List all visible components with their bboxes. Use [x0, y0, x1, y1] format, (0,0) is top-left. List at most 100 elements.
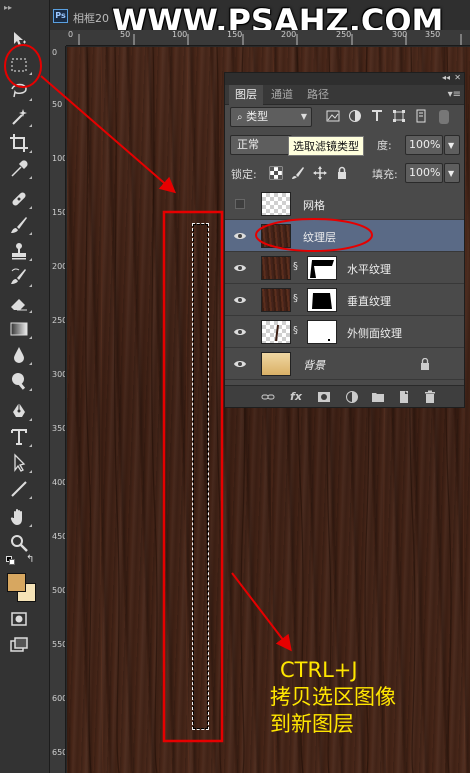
chevron-down-icon: ▼	[448, 169, 455, 178]
filter-kind-select[interactable]: ⌕ 类型 ▼	[230, 107, 312, 127]
history-brush-tool-icon[interactable]	[8, 266, 32, 288]
layer-name: 垂直纹理	[347, 295, 391, 308]
blend-mode-select[interactable]: 正常	[230, 135, 292, 155]
layer-name: 外侧面纹理	[347, 327, 402, 340]
eye-icon[interactable]	[233, 261, 247, 275]
pixel-filter-icon[interactable]	[326, 109, 340, 123]
panel-tabs: 图层 通道 路径 ▾≡	[225, 85, 464, 105]
type-filter-icon[interactable]	[370, 109, 384, 123]
hand-tool-icon[interactable]	[8, 506, 32, 528]
type-tool-icon[interactable]	[8, 426, 32, 448]
fill-dropdown[interactable]: ▼	[444, 163, 460, 183]
layer-mask-thumbnail[interactable]	[307, 256, 337, 280]
layer-mask-thumbnail[interactable]	[307, 288, 337, 312]
layer-name: 背景	[303, 359, 325, 372]
shape-filter-icon[interactable]	[392, 109, 406, 123]
filter-toggle[interactable]	[439, 110, 449, 124]
document-tab[interactable]: 相框20	[73, 10, 109, 26]
layer-mask-thumbnail[interactable]	[307, 320, 337, 344]
mask-link-icon[interactable]: §	[293, 293, 301, 307]
layer-row[interactable]: § 水平纹理	[225, 252, 464, 284]
layer-thumbnail	[261, 256, 291, 280]
ruler-label: 250	[336, 30, 352, 39]
swap-colors-icon[interactable]: ↰	[26, 554, 34, 565]
ruler-label: 500	[52, 586, 66, 595]
collapse-icon[interactable]: ◂◂	[442, 73, 450, 82]
crop-tool-icon[interactable]	[8, 132, 32, 154]
eye-icon[interactable]	[233, 229, 247, 243]
rectangular-marquee-tool-icon[interactable]	[8, 54, 32, 76]
gradient-tool-icon[interactable]	[8, 318, 32, 340]
eye-icon[interactable]	[233, 293, 247, 307]
mask-link-icon[interactable]: §	[293, 325, 301, 339]
photoshop-logo-icon: Ps	[53, 9, 68, 23]
fill-input[interactable]: 100%	[405, 163, 443, 183]
layer-list: 网格 纹理层 § 水平纹理 § 垂直纹理 § 外侧面纹理 背景	[225, 188, 464, 384]
layer-row[interactable]: § 外侧面纹理	[225, 316, 464, 348]
layer-thumbnail	[261, 192, 291, 216]
eye-icon[interactable]	[233, 357, 247, 371]
layer-thumbnail	[261, 352, 291, 376]
tools-panel: ▸▸ ↰	[0, 0, 50, 773]
tab-paths[interactable]: 路径	[301, 85, 335, 105]
panel-title-bar: ◂◂ ✕	[225, 73, 464, 85]
ruler-label: 200	[52, 262, 66, 271]
tab-layers[interactable]: 图层	[229, 85, 263, 105]
ruler-label: 50	[52, 100, 63, 109]
lock-all-icon[interactable]	[335, 166, 349, 180]
foreground-color-swatch[interactable]	[7, 573, 26, 592]
brush-tool-icon[interactable]	[8, 214, 32, 236]
default-colors-icon[interactable]	[6, 556, 16, 566]
lock-transparent-icon[interactable]	[269, 166, 283, 180]
panel-menu-icon[interactable]: ▾≡	[448, 89, 461, 100]
add-mask-icon[interactable]	[317, 390, 331, 404]
screen-mode-icon[interactable]	[8, 634, 30, 656]
chevron-down-icon: ▼	[448, 141, 455, 150]
layer-row[interactable]: 纹理层	[225, 220, 464, 252]
ruler-left: 0 50 100 150 200 250 300 350 400 450 500…	[50, 46, 66, 773]
close-icon[interactable]: ✕	[454, 73, 461, 82]
ruler-label: 0	[52, 48, 58, 57]
clone-stamp-tool-icon[interactable]	[8, 240, 32, 262]
dodge-tool-icon[interactable]	[8, 370, 32, 392]
layer-thumbnail	[261, 224, 291, 248]
blur-tool-icon[interactable]	[8, 344, 32, 366]
layer-name: 水平纹理	[347, 263, 391, 276]
tab-channels[interactable]: 通道	[265, 85, 299, 105]
path-selection-tool-icon[interactable]	[8, 452, 32, 474]
layer-row[interactable]: 网格	[225, 188, 464, 220]
fill-value: 100%	[409, 166, 441, 179]
smart-object-filter-icon[interactable]	[414, 109, 428, 123]
new-layer-icon[interactable]	[397, 390, 411, 404]
opacity-label: 度:	[377, 139, 392, 152]
zoom-tool-icon[interactable]	[8, 532, 30, 554]
layer-name: 网格	[303, 199, 325, 212]
mask-link-icon[interactable]: §	[293, 261, 301, 275]
link-layers-icon[interactable]	[261, 390, 275, 404]
svg-text:▸▸: ▸▸	[4, 3, 12, 12]
eraser-tool-icon[interactable]	[8, 292, 32, 314]
lock-pixels-icon[interactable]	[291, 166, 305, 180]
move-tool-icon[interactable]	[8, 28, 30, 50]
magic-wand-tool-icon[interactable]	[8, 106, 32, 128]
layer-row[interactable]: § 垂直纹理	[225, 284, 464, 316]
eyedropper-tool-icon[interactable]	[8, 158, 32, 180]
quick-mask-icon[interactable]	[8, 608, 30, 630]
group-folder-icon[interactable]	[371, 390, 385, 404]
eye-icon[interactable]	[233, 325, 247, 339]
lock-position-icon[interactable]	[313, 166, 327, 180]
opacity-input[interactable]: 100%	[405, 135, 443, 155]
visibility-toggle[interactable]	[235, 199, 245, 209]
line-tool-icon[interactable]	[8, 478, 32, 500]
opacity-dropdown[interactable]: ▼	[444, 135, 460, 155]
lasso-tool-icon[interactable]	[8, 80, 32, 102]
layer-name: 纹理层	[303, 231, 336, 244]
ruler-label: 650	[52, 748, 66, 757]
adjustment-layer-icon[interactable]	[345, 390, 359, 404]
fx-icon[interactable]: fx	[289, 390, 303, 404]
spot-healing-brush-tool-icon[interactable]	[8, 188, 32, 210]
adjustment-filter-icon[interactable]	[348, 109, 362, 123]
delete-layer-icon[interactable]	[423, 390, 437, 404]
pen-tool-icon[interactable]	[8, 400, 32, 422]
layer-row[interactable]: 背景	[225, 348, 464, 380]
